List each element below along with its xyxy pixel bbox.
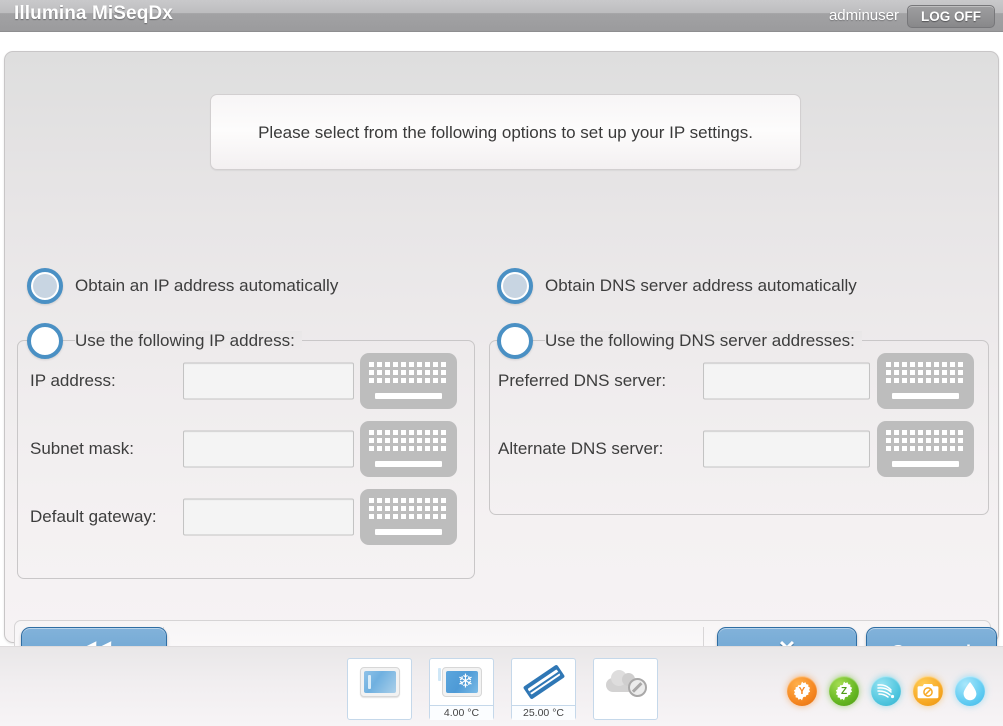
cloud-disabled-icon	[594, 659, 657, 705]
radio-obtain-ip-automatically-label: Obtain an IP address automatically	[75, 276, 339, 295]
ip-address-input[interactable]	[183, 362, 354, 400]
dns-server-fieldset: Preferred DNS server: Alternate DNS serv…	[489, 340, 989, 515]
keyboard-icon[interactable]	[360, 421, 457, 477]
ip-address-fieldset: IP address: Subnet mask: Default gateway…	[17, 340, 475, 579]
instruction-text: Please select from the following options…	[258, 123, 753, 142]
motor-z-letter: Z	[840, 685, 848, 697]
default-gateway-input[interactable]	[183, 498, 354, 536]
keyboard-icon[interactable]	[877, 421, 974, 477]
stage-temperature: 25.00 °C	[512, 705, 575, 720]
radio-obtain-dns-automatically-label: Obtain DNS server address automatically	[545, 276, 857, 295]
ip-address-label: IP address:	[30, 371, 116, 390]
screen-status-tile[interactable]	[347, 658, 412, 720]
radio-use-following-ip[interactable]	[27, 323, 63, 359]
snowflake-icon: ❄	[430, 659, 493, 705]
log-off-button[interactable]: LOG OFF	[907, 5, 995, 28]
top-bar: Illumina MiSeqDx adminuser LOG OFF	[0, 0, 1003, 32]
cloud-status-tile[interactable]	[593, 658, 658, 720]
camera-disabled-icon[interactable]	[913, 676, 943, 706]
motor-z-icon[interactable]: Z	[829, 676, 859, 706]
radio-use-following-dns[interactable]	[497, 323, 533, 359]
screen-icon	[348, 659, 411, 705]
chiller-status-tile[interactable]: ❄ 4.00 °C	[429, 658, 494, 720]
alternate-dns-input[interactable]	[703, 430, 870, 468]
current-user-label: adminuser	[828, 7, 899, 24]
radio-obtain-dns-automatically[interactable]	[497, 268, 533, 304]
keyboard-icon[interactable]	[877, 353, 974, 409]
instruction-banner: Please select from the following options…	[210, 94, 801, 170]
subnet-mask-input[interactable]	[183, 430, 354, 468]
flowcell-icon	[512, 659, 575, 705]
fluidics-drop-icon[interactable]	[955, 676, 985, 706]
flowcell-wave-icon[interactable]	[871, 676, 901, 706]
keyboard-icon[interactable]	[360, 353, 457, 409]
motor-y-letter: Y	[798, 685, 806, 697]
app-title: Illumina MiSeqDx	[14, 3, 173, 24]
motor-y-icon[interactable]: Y	[787, 676, 817, 706]
radio-obtain-ip-automatically[interactable]	[27, 268, 63, 304]
keyboard-icon[interactable]	[360, 489, 457, 545]
default-gateway-label: Default gateway:	[30, 507, 157, 526]
preferred-dns-input[interactable]	[703, 362, 870, 400]
chiller-temperature: 4.00 °C	[430, 705, 493, 720]
main-panel: Please select from the following options…	[4, 51, 999, 698]
preferred-dns-label: Preferred DNS server:	[498, 371, 667, 390]
alternate-dns-label: Alternate DNS server:	[498, 439, 664, 458]
stage-status-tile[interactable]: 25.00 °C	[511, 658, 576, 720]
radio-use-following-ip-label: Use the following IP address:	[75, 331, 302, 351]
radio-use-following-dns-label: Use the following DNS server addresses:	[545, 331, 862, 351]
subnet-mask-label: Subnet mask:	[30, 439, 134, 458]
